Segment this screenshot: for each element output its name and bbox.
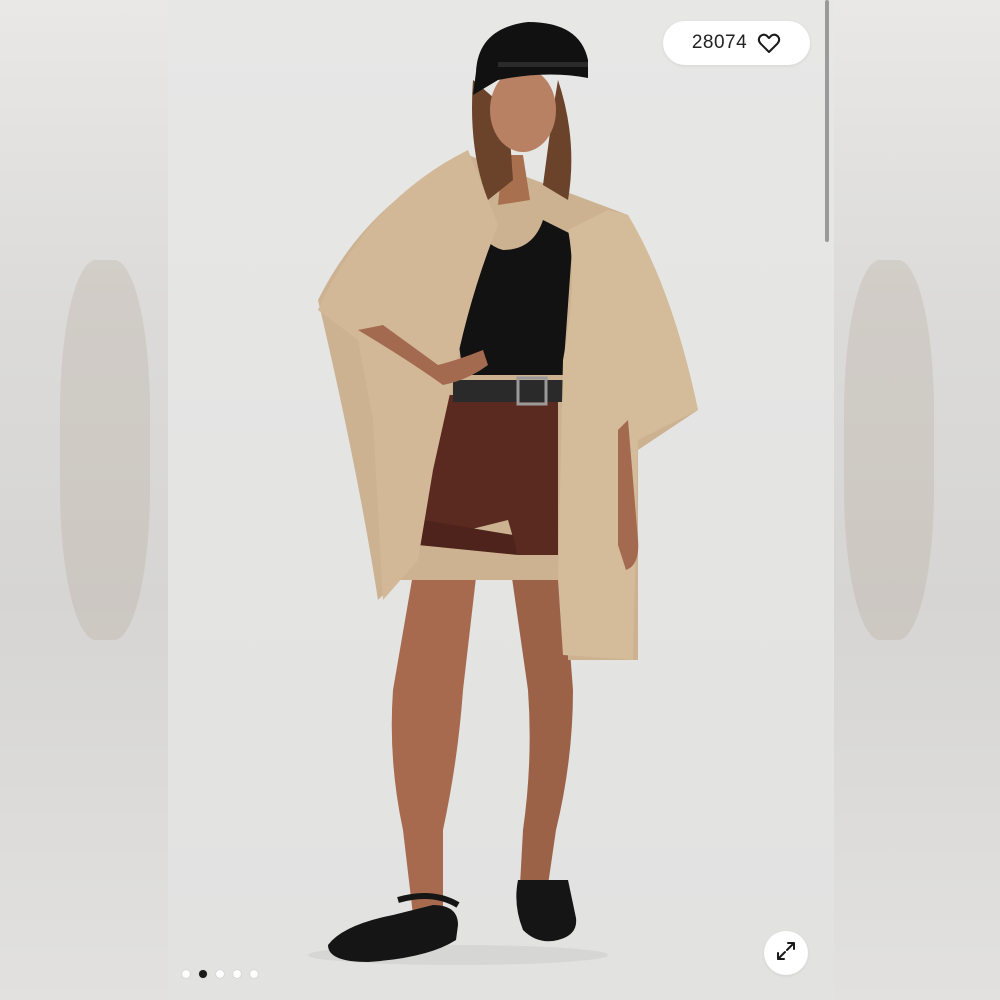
model-photo: [308, 22, 698, 965]
blurred-right-panel: [834, 0, 1000, 1000]
pager-dot[interactable]: [250, 970, 258, 978]
product-image[interactable]: [168, 0, 834, 1000]
like-button[interactable]: 28074: [663, 21, 810, 65]
expand-arrows-icon: [775, 940, 797, 967]
pager-dot-active[interactable]: [199, 970, 207, 978]
pager-dot[interactable]: [233, 970, 241, 978]
expand-button[interactable]: [764, 931, 808, 975]
pager-dot[interactable]: [216, 970, 224, 978]
scrollbar[interactable]: [825, 0, 829, 242]
heart-icon: [757, 32, 781, 54]
pager-dots: [182, 970, 258, 978]
blurred-left-panel: [0, 0, 168, 1000]
pager-dot[interactable]: [182, 970, 190, 978]
like-count: 28074: [691, 32, 748, 53]
